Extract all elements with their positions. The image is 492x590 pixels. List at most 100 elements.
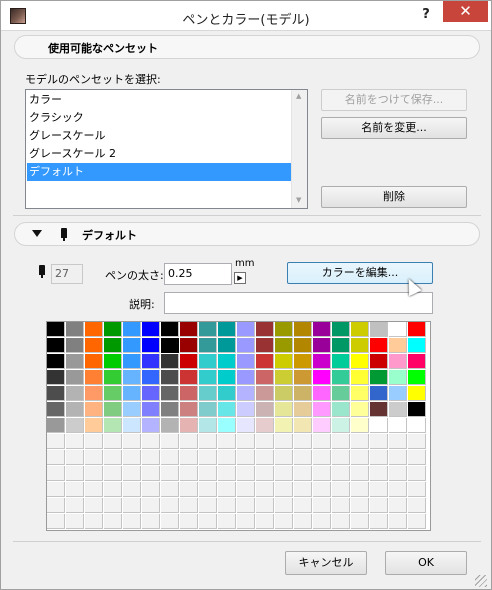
pen-color-cell[interactable] xyxy=(408,370,426,385)
pen-color-cell[interactable] xyxy=(85,370,103,385)
pen-color-cell[interactable] xyxy=(332,482,350,497)
pen-color-cell[interactable] xyxy=(370,370,388,385)
pen-color-cell[interactable] xyxy=(408,338,426,353)
pen-color-cell[interactable] xyxy=(104,354,122,369)
pen-color-cell[interactable] xyxy=(256,338,274,353)
pen-color-cell[interactable] xyxy=(85,418,103,433)
pen-color-cell[interactable] xyxy=(142,482,160,497)
pen-color-cell[interactable] xyxy=(313,450,331,465)
pen-color-cell[interactable] xyxy=(237,498,255,513)
pen-color-cell[interactable] xyxy=(104,370,122,385)
pen-color-cell[interactable] xyxy=(332,418,350,433)
pen-color-cell[interactable] xyxy=(256,418,274,433)
pen-color-cell[interactable] xyxy=(180,402,198,417)
pen-color-cell[interactable] xyxy=(104,418,122,433)
pen-color-cell[interactable] xyxy=(351,466,369,481)
pen-color-cell[interactable] xyxy=(161,402,179,417)
pen-color-cell[interactable] xyxy=(313,498,331,513)
pen-color-cell[interactable] xyxy=(237,338,255,353)
pen-color-cell[interactable] xyxy=(218,402,236,417)
pen-color-cell[interactable] xyxy=(370,386,388,401)
pen-color-cell[interactable] xyxy=(66,498,84,513)
pen-color-cell[interactable] xyxy=(180,498,198,513)
pen-color-cell[interactable] xyxy=(294,386,312,401)
pen-color-cell[interactable] xyxy=(389,370,407,385)
pen-color-cell[interactable] xyxy=(275,498,293,513)
pen-color-cell[interactable] xyxy=(142,514,160,529)
pen-color-cell[interactable] xyxy=(370,322,388,337)
pen-color-cell[interactable] xyxy=(294,370,312,385)
pen-color-cell[interactable] xyxy=(351,482,369,497)
pen-color-cell[interactable] xyxy=(389,450,407,465)
pen-color-cell[interactable] xyxy=(256,514,274,529)
pen-color-cell[interactable] xyxy=(218,370,236,385)
pen-color-cell[interactable] xyxy=(389,498,407,513)
pen-color-cell[interactable] xyxy=(161,338,179,353)
pen-color-cell[interactable] xyxy=(123,434,141,449)
pen-color-cell[interactable] xyxy=(142,466,160,481)
pen-color-cell[interactable] xyxy=(123,498,141,513)
pen-color-cell[interactable] xyxy=(313,514,331,529)
title-bar[interactable]: ペンとカラー(モデル) ? ✕ xyxy=(1,1,491,31)
pen-color-cell[interactable] xyxy=(351,418,369,433)
pen-color-cell[interactable] xyxy=(180,450,198,465)
pen-color-cell[interactable] xyxy=(256,450,274,465)
pen-color-cell[interactable] xyxy=(66,370,84,385)
pen-color-cell[interactable] xyxy=(370,354,388,369)
pen-color-cell[interactable] xyxy=(199,418,217,433)
pen-color-cell[interactable] xyxy=(294,450,312,465)
pen-color-cell[interactable] xyxy=(294,322,312,337)
pen-color-cell[interactable] xyxy=(275,434,293,449)
pen-color-cell[interactable] xyxy=(332,514,350,529)
penset-list-item[interactable]: グレースケール xyxy=(27,127,291,145)
pen-color-cell[interactable] xyxy=(66,450,84,465)
pen-color-cell[interactable] xyxy=(237,466,255,481)
pen-color-cell[interactable] xyxy=(237,402,255,417)
pen-color-cell[interactable] xyxy=(332,466,350,481)
pen-color-cell[interactable] xyxy=(161,386,179,401)
pen-color-cell[interactable] xyxy=(104,450,122,465)
pen-color-cell[interactable] xyxy=(161,466,179,481)
pen-color-cell[interactable] xyxy=(256,482,274,497)
pen-color-cell[interactable] xyxy=(199,498,217,513)
pen-color-cell[interactable] xyxy=(408,466,426,481)
pen-color-cell[interactable] xyxy=(237,354,255,369)
pen-color-cell[interactable] xyxy=(180,354,198,369)
pen-color-cell[interactable] xyxy=(237,514,255,529)
pen-color-cell[interactable] xyxy=(370,338,388,353)
pen-color-cell[interactable] xyxy=(408,498,426,513)
pen-color-cell[interactable] xyxy=(313,370,331,385)
pen-color-cell[interactable] xyxy=(47,386,65,401)
pen-color-cell[interactable] xyxy=(66,354,84,369)
pen-color-cell[interactable] xyxy=(218,498,236,513)
pen-color-cell[interactable] xyxy=(332,386,350,401)
pen-color-cell[interactable] xyxy=(389,354,407,369)
pen-color-cell[interactable] xyxy=(237,370,255,385)
pen-color-cell[interactable] xyxy=(123,338,141,353)
pen-color-cell[interactable] xyxy=(66,482,84,497)
thickness-step-arrow-icon[interactable]: ▶ xyxy=(234,272,246,284)
pen-color-cell[interactable] xyxy=(47,354,65,369)
thickness-input[interactable]: 0.25 xyxy=(164,263,232,285)
pen-color-cell[interactable] xyxy=(199,450,217,465)
pen-color-cell[interactable] xyxy=(218,322,236,337)
pen-color-cell[interactable] xyxy=(313,338,331,353)
pen-color-cell[interactable] xyxy=(332,450,350,465)
pen-color-cell[interactable] xyxy=(408,514,426,529)
pen-color-cell[interactable] xyxy=(218,466,236,481)
pen-color-cell[interactable] xyxy=(332,322,350,337)
pen-color-cell[interactable] xyxy=(370,466,388,481)
pen-color-cell[interactable] xyxy=(237,482,255,497)
pen-color-cell[interactable] xyxy=(47,498,65,513)
pen-color-cell[interactable] xyxy=(294,402,312,417)
pen-color-cell[interactable] xyxy=(256,466,274,481)
pen-color-cell[interactable] xyxy=(218,450,236,465)
pen-color-cell[interactable] xyxy=(256,498,274,513)
pen-color-cell[interactable] xyxy=(161,450,179,465)
pen-color-cell[interactable] xyxy=(199,402,217,417)
pen-color-cell[interactable] xyxy=(180,370,198,385)
pen-color-cell[interactable] xyxy=(85,386,103,401)
pen-color-cell[interactable] xyxy=(351,450,369,465)
pen-color-cell[interactable] xyxy=(389,402,407,417)
description-input[interactable] xyxy=(164,292,433,314)
